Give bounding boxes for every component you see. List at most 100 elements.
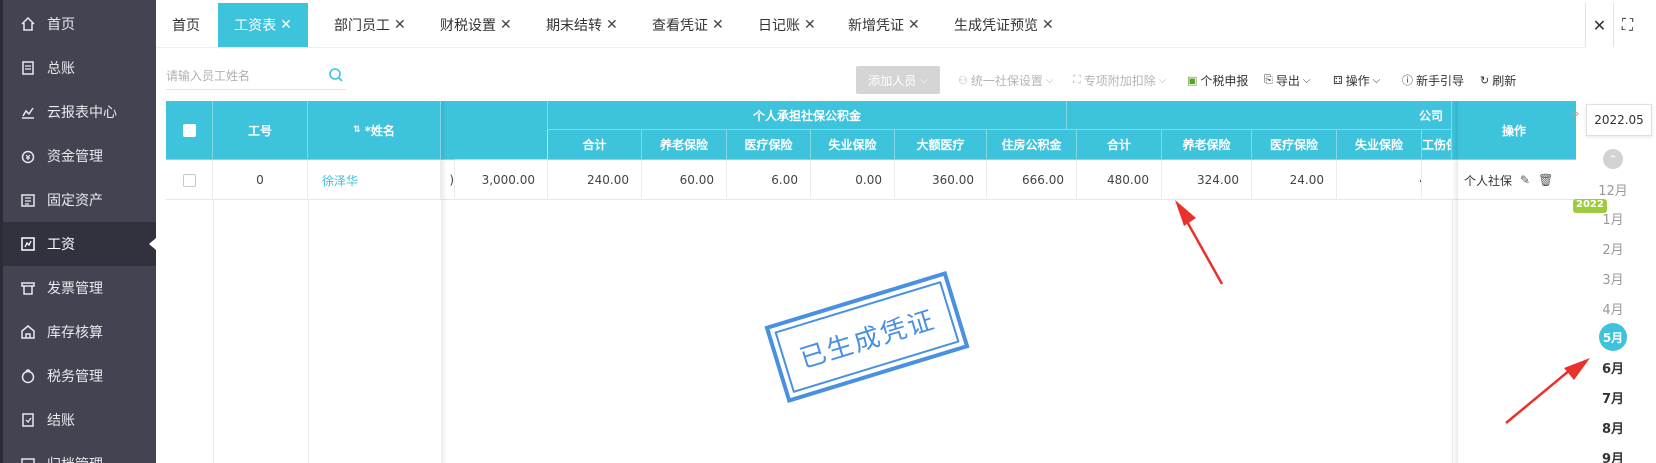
sidebar-item-label: 库存核算 — [47, 325, 103, 341]
guide-button[interactable]: ⓘ 新手引导 — [1402, 66, 1464, 94]
chevron-down-icon: ⌵ — [920, 74, 928, 86]
header-label: 合计 — [1106, 138, 1131, 152]
tab-view-voucher[interactable]: 查看凭证 ✕ — [652, 3, 724, 47]
tab-label: 生成凭证预览 — [954, 18, 1038, 34]
cell-text: 24.00 — [1289, 173, 1324, 187]
close-icon[interactable]: ✕ — [908, 17, 920, 33]
header-ops: 操作 — [1452, 101, 1576, 160]
main-content: 首页 工资表 ✕ 部门员工 ✕ 财税设置 ✕ 期末结转 ✕ 查看凭证 ✕ 日记账 ✕ 新增凭… — [156, 0, 1656, 463]
delete-icon[interactable]: 🗑 — [1538, 173, 1553, 187]
sidebar-item-home[interactable]: 首页 — [3, 2, 156, 46]
sidebar-item-archive[interactable]: 归档管理 — [3, 442, 156, 463]
help-icon: ⓘ — [1402, 74, 1413, 87]
edit-icon[interactable]: ✎ — [1520, 173, 1530, 187]
month-item[interactable]: 6月 — [1583, 358, 1643, 377]
tax-report-button[interactable]: ▣ 个税申报 — [1187, 66, 1248, 94]
header-partial-sub — [455, 130, 548, 160]
cell-text: 360.00 — [932, 173, 974, 187]
header-label: 养老保险 — [1182, 138, 1231, 152]
table-row[interactable]: 0 徐泽华 ) 3,000.00 240.00 60.00 6.00 0.00 … — [166, 160, 1576, 200]
tab-new-voucher[interactable]: 新增凭证 ✕ — [848, 3, 920, 47]
sidebar-item-label: 总账 — [47, 61, 75, 77]
header-label: 养老保险 — [659, 138, 708, 152]
grid-icon: ⚃ — [1333, 73, 1343, 87]
tool-label: 刷新 — [1492, 73, 1517, 88]
scroll-up-button[interactable]: ⌃ — [1603, 149, 1623, 169]
tab-label: 部门员工 — [334, 18, 390, 34]
cell-text: 0 — [256, 173, 264, 187]
export-icon: ⎘ — [1264, 73, 1273, 86]
cell: 480.00 — [1077, 160, 1162, 200]
close-icon[interactable]: ✕ — [606, 17, 618, 33]
close-icon[interactable]: ✕ — [804, 17, 816, 33]
select-all-checkbox[interactable] — [182, 123, 196, 137]
tab-department-staff[interactable]: 部门员工 ✕ — [334, 3, 406, 47]
sidebar: 首页 总账 云报表中心 资金管理 固定资产 工资 发票管理 库存核算 税务管理 … — [0, 0, 156, 463]
tab-tax-settings[interactable]: 财税设置 ✕ — [440, 3, 512, 47]
month-item[interactable]: 8月 — [1583, 418, 1643, 437]
special-deduction-button[interactable]: ⛶ 专项附加扣除 ⌵ — [1073, 66, 1166, 94]
month-label: 6月 — [1601, 362, 1625, 377]
month-label: 12月 — [1598, 184, 1628, 199]
add-person-button[interactable]: 添加人员 ⌵ — [856, 66, 940, 94]
sidebar-item-fixed-assets[interactable]: 固定资产 — [3, 178, 156, 222]
month-item[interactable]: 7月 — [1583, 388, 1643, 407]
sidebar-item-report-center[interactable]: 云报表中心 — [3, 90, 156, 134]
sidebar-item-salary[interactable]: 工资 — [3, 222, 156, 266]
sidebar-item-ledger[interactable]: 总账 — [3, 46, 156, 90]
tool-label: 统一社保设置 — [970, 73, 1043, 88]
close-window-button[interactable]: ✕ — [1585, 3, 1613, 47]
search-input[interactable] — [166, 68, 316, 83]
sidebar-item-inventory[interactable]: 库存核算 — [3, 310, 156, 354]
header-emp-no[interactable]: 工号 — [213, 101, 308, 160]
header-name[interactable]: ⇅ *姓名 — [308, 101, 441, 160]
header-label: 工伤保 — [1422, 138, 1451, 152]
salary-table: 工号 ⇅ *姓名 个人承担社保公积金 公司 合计 养老保险 医疗保险 失业保险 大… — [166, 101, 1576, 463]
sidebar-item-invoice[interactable]: 发票管理 — [3, 266, 156, 310]
tab-period-end[interactable]: 期末结转 ✕ — [546, 3, 618, 47]
people-icon: ⚇ — [958, 73, 968, 87]
month-item[interactable]: 4月 — [1583, 299, 1643, 318]
asset-icon — [19, 191, 37, 209]
month-item[interactable]: 1月 — [1583, 209, 1643, 228]
sidebar-item-funds[interactable]: 资金管理 — [3, 134, 156, 178]
tab-voucher-preview[interactable]: 生成凭证预览 ✕ — [954, 3, 1054, 47]
month-item[interactable]: 3月 — [1583, 269, 1643, 288]
header-sub: 失业保险 — [1337, 130, 1422, 160]
refresh-button[interactable]: ↻ 刷新 — [1480, 66, 1516, 94]
tab-label: 首页 — [172, 18, 200, 34]
month-item[interactable]: 2月 — [1583, 239, 1643, 258]
header-label: 合计 — [582, 138, 607, 152]
export-button[interactable]: ⎘ 导出 ⌵ — [1264, 66, 1310, 94]
operation-button[interactable]: ⚃ 操作 ⌵ — [1333, 66, 1380, 94]
employee-name-link[interactable]: 徐泽华 — [322, 172, 358, 189]
close-icon[interactable]: ✕ — [394, 17, 406, 33]
search-icon[interactable] — [328, 67, 344, 87]
year-month-display[interactable]: 2022.05 — [1586, 104, 1652, 136]
month-item[interactable]: 12月 — [1583, 180, 1643, 199]
close-icon[interactable]: ✕ — [1042, 17, 1054, 33]
close-icon[interactable]: ✕ — [280, 17, 292, 33]
tab-salary-sheet[interactable]: 工资表 ✕ — [218, 3, 308, 47]
tab-home[interactable]: 首页 — [172, 3, 200, 47]
sidebar-item-tax[interactable]: 税务管理 — [3, 354, 156, 398]
cell: 666.00 — [987, 160, 1077, 200]
cell: 4 — [1337, 160, 1422, 200]
close-icon[interactable]: ✕ — [500, 17, 512, 33]
sidebar-item-closing[interactable]: 结账 — [3, 398, 156, 442]
unify-social-button[interactable]: ⚇ 统一社保设置 ⌵ — [958, 66, 1053, 94]
header-sub: 失业保险 — [811, 130, 895, 160]
sort-icon[interactable]: ⇅ — [353, 125, 361, 135]
month-item-selected[interactable]: 5月 — [1599, 323, 1627, 351]
tool-label: 导出 — [1275, 73, 1300, 88]
month-item[interactable]: 9月 — [1583, 448, 1643, 463]
personal-social-link[interactable]: 个人社保 — [1464, 172, 1512, 189]
cell-text: 60.00 — [679, 173, 714, 187]
tab-journal[interactable]: 日记账 ✕ — [758, 3, 816, 47]
ledger-icon — [19, 59, 37, 77]
name-cell[interactable]: 徐泽华 — [308, 160, 441, 200]
fullscreen-button[interactable]: ⛶ — [1613, 3, 1641, 47]
close-icon[interactable]: ✕ — [712, 17, 724, 33]
row-checkbox[interactable] — [182, 173, 196, 187]
collapse-icon[interactable]: » — [1571, 106, 1580, 122]
